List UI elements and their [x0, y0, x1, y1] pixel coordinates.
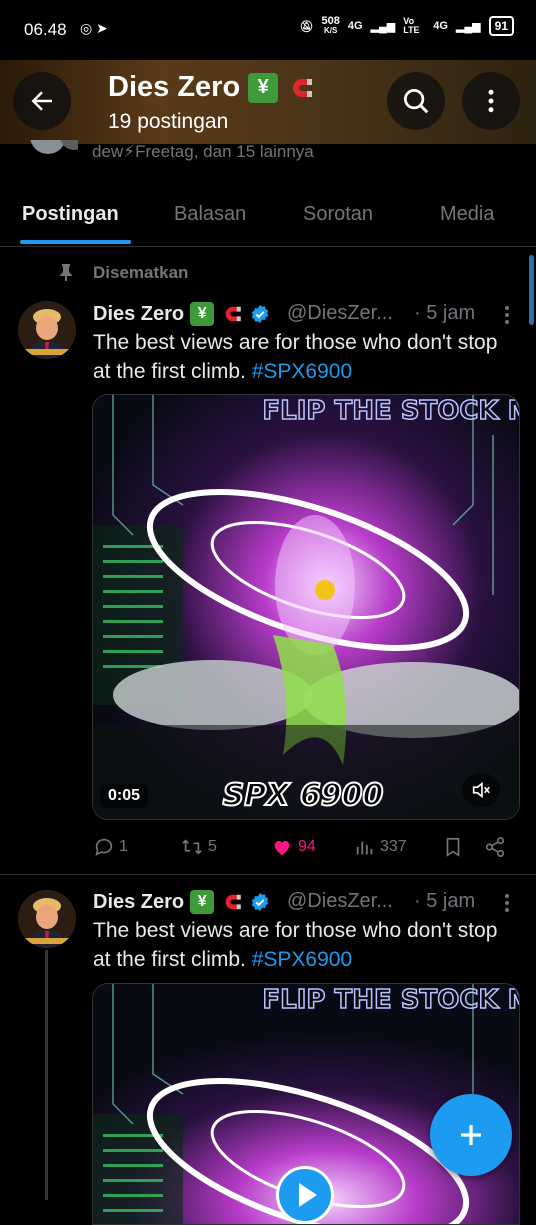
search-icon [404, 89, 429, 114]
back-button[interactable] [13, 72, 71, 130]
views-button[interactable]: 337 [354, 836, 407, 858]
tweet-video[interactable]: FLIP THE STOCK MAR SPX 6900 [92, 394, 520, 820]
views-chart-icon [356, 841, 373, 855]
tweet-more-icon[interactable] [500, 893, 514, 913]
play-icon [299, 1183, 317, 1207]
magnet-emoji-icon [225, 894, 241, 910]
chart-yen-emoji-icon: ¥ [190, 302, 215, 326]
profile-name: Dies Zero [108, 71, 241, 103]
pin-icon [60, 264, 72, 281]
like-count: 94 [298, 838, 316, 855]
share-icon[interactable] [484, 836, 506, 858]
tweet-time: · 5 jam [414, 302, 476, 324]
author-name: Dies Zero [93, 890, 185, 913]
signal-icon: ▂▄▆ [370, 20, 396, 33]
tab-highlights[interactable]: Sorotan [303, 203, 373, 226]
magnet-emoji-icon [225, 306, 241, 322]
tab-media[interactable]: Media [440, 203, 494, 226]
plus-icon [461, 1125, 481, 1145]
hashtag-link[interactable]: #SPX6900 [252, 360, 352, 383]
media-title-text: FLIP THE STOCK MAR [262, 985, 519, 1015]
status-right: 🔕︎ 508 K/S 4G ▂▄▆ Vo LTE 4G ▂▄▆ 91 [299, 15, 514, 36]
media-caption-text: SPX 6900 [223, 778, 384, 813]
mute-icon: 🔕︎ [299, 20, 314, 33]
heart-filled-icon [274, 841, 290, 856]
followers-avatar-stack [30, 140, 78, 154]
hashtag-link[interactable]: #SPX6900 [252, 948, 352, 971]
reply-icon [95, 838, 113, 856]
mute-toggle[interactable] [462, 773, 500, 807]
avatar-image [18, 301, 76, 359]
signal-icon-2: ▂▄▆ [455, 20, 481, 33]
retweet-button[interactable]: 5 [180, 836, 217, 858]
chart-yen-emoji-icon: ¥ [248, 72, 279, 103]
magnet-emoji-icon [293, 78, 313, 97]
thread-line [45, 950, 48, 1200]
avatar[interactable] [18, 301, 76, 359]
followers-avatars [18, 140, 78, 156]
network-4g-2: 4G [433, 20, 448, 32]
pinned-label: Disematkan [93, 263, 189, 282]
tweet-author[interactable]: Dies Zero ¥ [93, 302, 270, 326]
tabs-divider [0, 246, 536, 247]
more-options-button[interactable] [462, 72, 520, 130]
tweet-time: · 5 jam [414, 890, 476, 912]
video-duration: 0:05 [100, 784, 149, 808]
status-time: 06.48 [24, 20, 67, 39]
tweet-more-icon[interactable] [500, 305, 514, 325]
followed-by-text[interactable]: dew⚡Freetag, dan 15 lainnya [92, 142, 314, 162]
battery-indicator: 91 [488, 16, 514, 36]
posts-count: 19 postingan [108, 110, 229, 133]
volte-label: Vo LTE [403, 16, 420, 35]
avatar-image [18, 890, 76, 948]
tweet-divider [0, 874, 536, 875]
verified-badge-icon [251, 304, 269, 324]
search-button[interactable] [387, 72, 445, 130]
reply-count: 1 [119, 838, 128, 855]
reply-button[interactable]: 1 [93, 836, 128, 858]
tab-posts[interactable]: Postingan [22, 203, 119, 226]
volume-muted-icon [472, 781, 490, 799]
tab-replies[interactable]: Balasan [174, 203, 246, 226]
status-bar: 06.48 ◎ ➤ 🔕︎ 508 K/S 4G ▂▄▆ Vo LTE 4G ▂▄▆… [0, 0, 536, 60]
chart-yen-emoji-icon: ¥ [190, 890, 215, 914]
tweet-author[interactable]: Dies Zero ¥ [93, 890, 270, 914]
author-handle[interactable]: @DiesZer... [287, 890, 393, 913]
like-button[interactable]: 94 [270, 836, 316, 858]
network-4g-1: 4G [347, 20, 363, 32]
bookmark-icon[interactable] [443, 836, 463, 858]
compose-post-button[interactable] [430, 1094, 512, 1176]
video-thumbnail: FLIP THE STOCK MAR SPX 6900 [93, 395, 519, 819]
header-title: Dies Zero ¥ [108, 71, 316, 104]
media-title-text: FLIP THE STOCK MAR [262, 396, 519, 426]
notification-icons: ◎ ➤ [80, 20, 108, 36]
author-name: Dies Zero [93, 302, 185, 325]
scrollbar[interactable] [529, 255, 534, 325]
more-vertical-icon [488, 89, 494, 113]
net-speed: 508 K/S [321, 15, 340, 36]
views-count: 337 [380, 838, 407, 855]
verified-badge-icon [251, 892, 269, 912]
tweet-text: The best views are for those who don't s… [93, 328, 513, 386]
author-handle[interactable]: @DiesZer... [287, 302, 393, 325]
avatar[interactable] [18, 890, 76, 948]
tweet-text: The best views are for those who don't s… [93, 916, 513, 974]
play-button[interactable] [276, 1166, 334, 1224]
arrow-left-icon [31, 91, 52, 111]
active-tab-indicator [20, 240, 131, 244]
retweet-count: 5 [208, 838, 217, 855]
retweet-icon [182, 839, 202, 855]
